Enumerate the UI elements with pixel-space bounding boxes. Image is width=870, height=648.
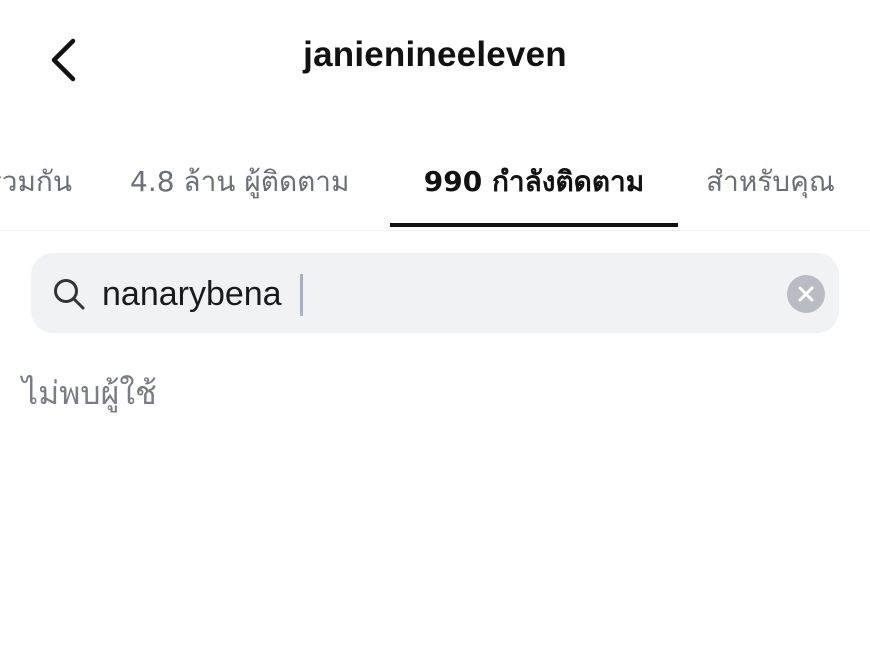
clear-icon [798, 286, 814, 302]
profile-username: janienineeleven [303, 35, 567, 74]
search-input[interactable] [102, 268, 752, 320]
active-tab-indicator [390, 223, 678, 227]
tab-followers[interactable]: 4.8 ล้าน ผู้ติดตาม [130, 160, 350, 204]
no-users-found-message: ไม่พบผู้ใช้ [22, 374, 157, 412]
tab-suggested[interactable]: สำหรับคุณ [706, 160, 835, 204]
text-cursor [300, 274, 303, 316]
tab-bar: ร่วมกัน 4.8 ล้าน ผู้ติดตาม 990 กำลังติดต… [0, 130, 870, 231]
tab-following[interactable]: 990 กำลังติดตาม [390, 160, 678, 204]
tab-mutual[interactable]: ร่วมกัน [0, 160, 72, 204]
following-screen: janienineeleven ร่วมกัน 4.8 ล้าน ผู้ติดต… [0, 0, 870, 648]
header: janienineeleven [0, 0, 870, 120]
search-icon [54, 279, 85, 310]
clear-search-button[interactable] [787, 275, 825, 313]
